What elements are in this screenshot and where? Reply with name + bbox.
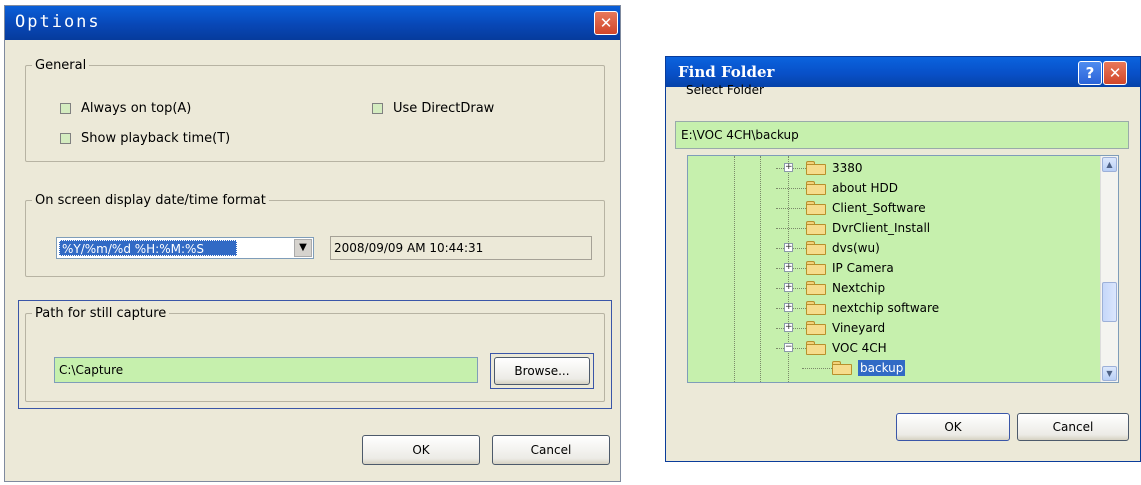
folder-tree[interactable]: +3380 about HDD Client_Software DvrClient_I…: [687, 155, 1119, 383]
still-capture-group: Path for still capture C:\Capture Browse…: [25, 306, 605, 402]
tree-item[interactable]: Client_Software: [688, 198, 1108, 218]
select-folder-label: Select Folder: [686, 83, 764, 97]
tree-item-label: backup: [858, 360, 906, 376]
tree-item-label: about HDD: [832, 181, 898, 195]
general-legend: General: [35, 58, 87, 73]
expand-icon[interactable]: +: [784, 163, 793, 172]
options-title: Options: [15, 12, 101, 32]
open-folder-icon: [832, 361, 852, 375]
tree-connector: [802, 368, 832, 369]
close-icon: ✕: [1108, 64, 1122, 82]
tree-scrollbar[interactable]: ▲ ▼: [1100, 156, 1118, 382]
folder-icon: [806, 321, 826, 335]
options-ok-button[interactable]: OK: [362, 435, 480, 465]
find-folder-ok-button[interactable]: OK: [896, 413, 1010, 441]
tree-item[interactable]: + dvs(wu): [688, 238, 1108, 258]
tree-item[interactable]: about HDD: [688, 178, 1108, 198]
checkbox-box[interactable]: [372, 103, 383, 114]
options-close-button[interactable]: ✕: [594, 11, 618, 35]
tree-item-label: 3380: [832, 161, 863, 175]
folder-path-field[interactable]: E:\VOC 4CH\backup: [675, 121, 1129, 149]
tree-item[interactable]: + Nextchip: [688, 278, 1108, 298]
scroll-up-icon[interactable]: ▲: [1102, 157, 1117, 172]
find-folder-title: Find Folder: [678, 63, 775, 81]
show-playback-checkbox[interactable]: Show playback time (T): [60, 131, 230, 146]
tree-item-label: Client_Software: [832, 201, 926, 215]
always-on-top-mnemonic: (A): [172, 101, 192, 116]
still-capture-legend: Path for still capture: [35, 306, 167, 321]
datetime-format-select[interactable]: %Y/%m/%d %H:%M:%S ▼: [56, 237, 314, 259]
tree-item-label: Nextchip: [832, 281, 886, 295]
tree-item-label: nextchip software: [832, 301, 940, 315]
tree-item-label: DvrClient_Install: [832, 221, 931, 235]
tree-connector: [776, 228, 806, 229]
dropdown-arrow-icon[interactable]: ▼: [294, 239, 312, 257]
folder-icon: [806, 181, 826, 195]
tree-item[interactable]: + nextchip software: [688, 298, 1108, 318]
tree-item[interactable]: DvrClient_Install: [688, 218, 1108, 238]
expand-icon[interactable]: +: [784, 303, 793, 312]
folder-icon: [806, 241, 826, 255]
collapse-icon[interactable]: −: [784, 343, 793, 352]
folder-icon: [806, 261, 826, 275]
close-icon: ✕: [599, 14, 613, 32]
always-on-top-checkbox[interactable]: Always on top (A): [60, 101, 191, 116]
find-folder-dialog: Find Folder ? ✕ Select Folder E:\VOC 4CH…: [665, 56, 1141, 462]
tree-connector: [776, 208, 806, 209]
help-icon: ?: [1085, 64, 1095, 82]
checkbox-box[interactable]: [60, 103, 71, 114]
options-dialog: Options ✕ General Always on top (A) Use …: [4, 5, 621, 482]
use-directdraw-checkbox[interactable]: Use DirectDraw: [372, 101, 494, 116]
show-playback-label: Show playback time: [81, 131, 213, 146]
find-folder-cancel-button[interactable]: Cancel: [1017, 413, 1129, 441]
always-on-top-label: Always on top: [81, 101, 173, 116]
show-playback-mnemonic: (T): [212, 131, 231, 146]
osd-format-group: On screen display date/time format %Y/%m…: [25, 193, 605, 277]
options-title-bar[interactable]: Options ✕: [5, 6, 620, 40]
find-folder-close-button[interactable]: ✕: [1103, 61, 1127, 85]
tree-item-label: Vineyard: [832, 321, 886, 335]
folder-icon: [806, 201, 826, 215]
tree-connector: [776, 188, 806, 189]
expand-icon[interactable]: +: [784, 243, 793, 252]
datetime-format-value: %Y/%m/%d %H:%M:%S: [59, 240, 237, 256]
datetime-preview: 2008/09/09 AM 10:44:31: [330, 236, 592, 260]
tree-item[interactable]: − VOC 4CH: [688, 338, 1108, 358]
capture-path-input[interactable]: C:\Capture: [54, 357, 478, 383]
tree-item[interactable]: + IP Camera: [688, 258, 1108, 278]
tree-item[interactable]: +3380: [688, 158, 1108, 178]
general-group: General Always on top (A) Use DirectDraw…: [25, 58, 605, 162]
options-cancel-button[interactable]: Cancel: [492, 435, 610, 465]
osd-format-legend: On screen display date/time format: [35, 193, 266, 208]
folder-icon: [806, 281, 826, 295]
tree-item-label: VOC 4CH: [832, 341, 887, 355]
browse-button[interactable]: Browse...: [494, 357, 590, 385]
tree-item[interactable]: + Vineyard: [688, 318, 1108, 338]
tree-item-label: dvs(wu): [832, 241, 880, 255]
expand-icon[interactable]: +: [784, 323, 793, 332]
folder-icon: [806, 301, 826, 315]
expand-icon[interactable]: +: [784, 283, 793, 292]
scroll-down-icon[interactable]: ▼: [1102, 366, 1117, 381]
folder-icon: [806, 221, 826, 235]
use-directdraw-label: Use DirectDraw: [393, 101, 495, 116]
folder-icon: [806, 341, 826, 355]
expand-icon[interactable]: +: [784, 263, 793, 272]
tree-item-label: IP Camera: [832, 261, 894, 275]
scroll-thumb[interactable]: [1102, 282, 1117, 322]
checkbox-box[interactable]: [60, 133, 71, 144]
folder-icon: [806, 161, 826, 175]
tree-item[interactable]: backup: [688, 358, 1108, 378]
help-button[interactable]: ?: [1078, 61, 1102, 85]
